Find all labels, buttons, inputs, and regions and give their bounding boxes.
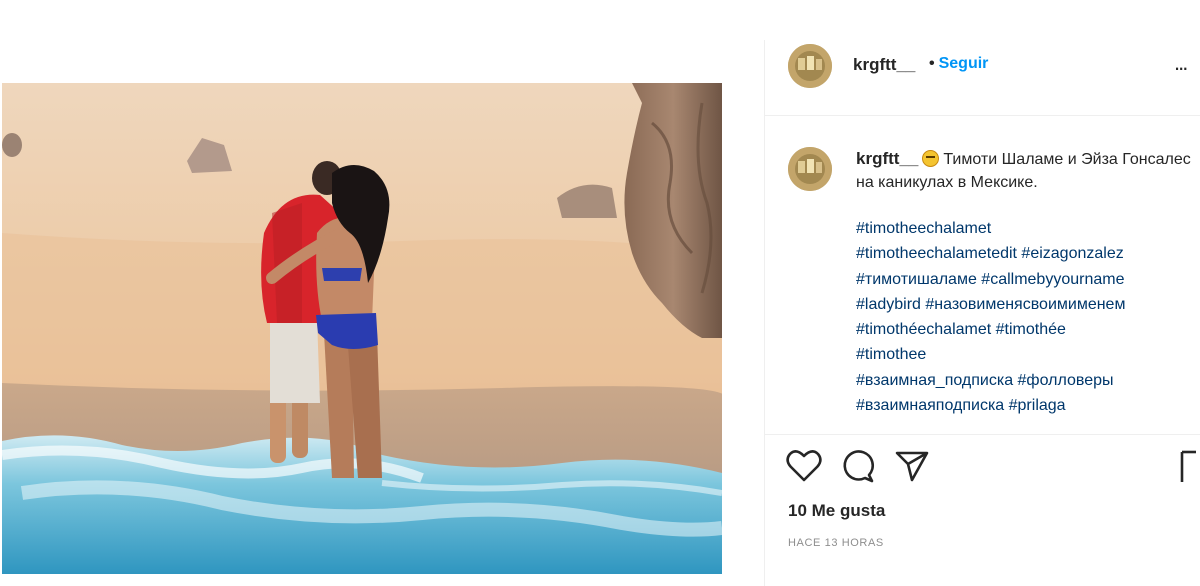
caption-avatar[interactable] — [788, 147, 832, 191]
hashtag-list: #timotheechalamet #timotheechalametedit … — [856, 216, 1200, 418]
grimacing-emoji-icon — [922, 150, 940, 167]
heart-icon[interactable] — [786, 449, 822, 483]
caption-body: krgftt__ Тимоти Шаламе и Эйза Гонсалес на… — [856, 147, 1200, 418]
avatar-image — [788, 44, 832, 88]
post-header: krgftt__ • Seguir ... — [764, 40, 1200, 116]
avatar-image — [788, 147, 832, 191]
username[interactable]: krgftt__ — [853, 55, 915, 75]
hashtag-line[interactable]: #ladybird #назовименясвоимименем — [856, 292, 1200, 317]
more-options-icon[interactable]: ... — [1174, 50, 1188, 76]
caption-username[interactable]: krgftt__ — [856, 149, 918, 168]
beach-photo — [2, 83, 722, 574]
likes-count[interactable]: 10 Me gusta — [788, 501, 885, 521]
follow-button[interactable]: • Seguir — [929, 55, 988, 73]
post-sidebar: krgftt__ • Seguir ... krgftt__ Тимоти Шала… — [764, 40, 1200, 586]
action-bar — [786, 449, 1196, 485]
hashtag-line[interactable]: #timothee — [856, 342, 1200, 367]
hashtag-line[interactable]: #timotheechalamet — [856, 216, 1200, 241]
post-timestamp: HACE 13 HORAS — [788, 537, 884, 549]
actions-divider — [764, 434, 1200, 435]
hashtag-line[interactable]: #тимотишаламе #callmebyyourname — [856, 267, 1200, 292]
post-photo[interactable] — [2, 83, 722, 574]
hashtag-line[interactable]: #timotheechalametedit #eizagonzalez — [856, 241, 1200, 266]
paper-plane-icon[interactable] — [894, 449, 930, 483]
hashtag-line[interactable]: #взаимнаяподписка #prilaga — [856, 393, 1200, 418]
hashtag-line[interactable]: #timothéechalamet #timothée — [856, 317, 1200, 342]
hashtag-line[interactable]: #взаимная_подписка #фолловеры — [856, 368, 1200, 393]
follow-dot: • — [929, 55, 935, 72]
bookmark-icon[interactable] — [1178, 449, 1196, 485]
comment-icon[interactable] — [840, 449, 876, 483]
avatar[interactable] — [788, 44, 832, 88]
follow-label: Seguir — [938, 55, 989, 72]
